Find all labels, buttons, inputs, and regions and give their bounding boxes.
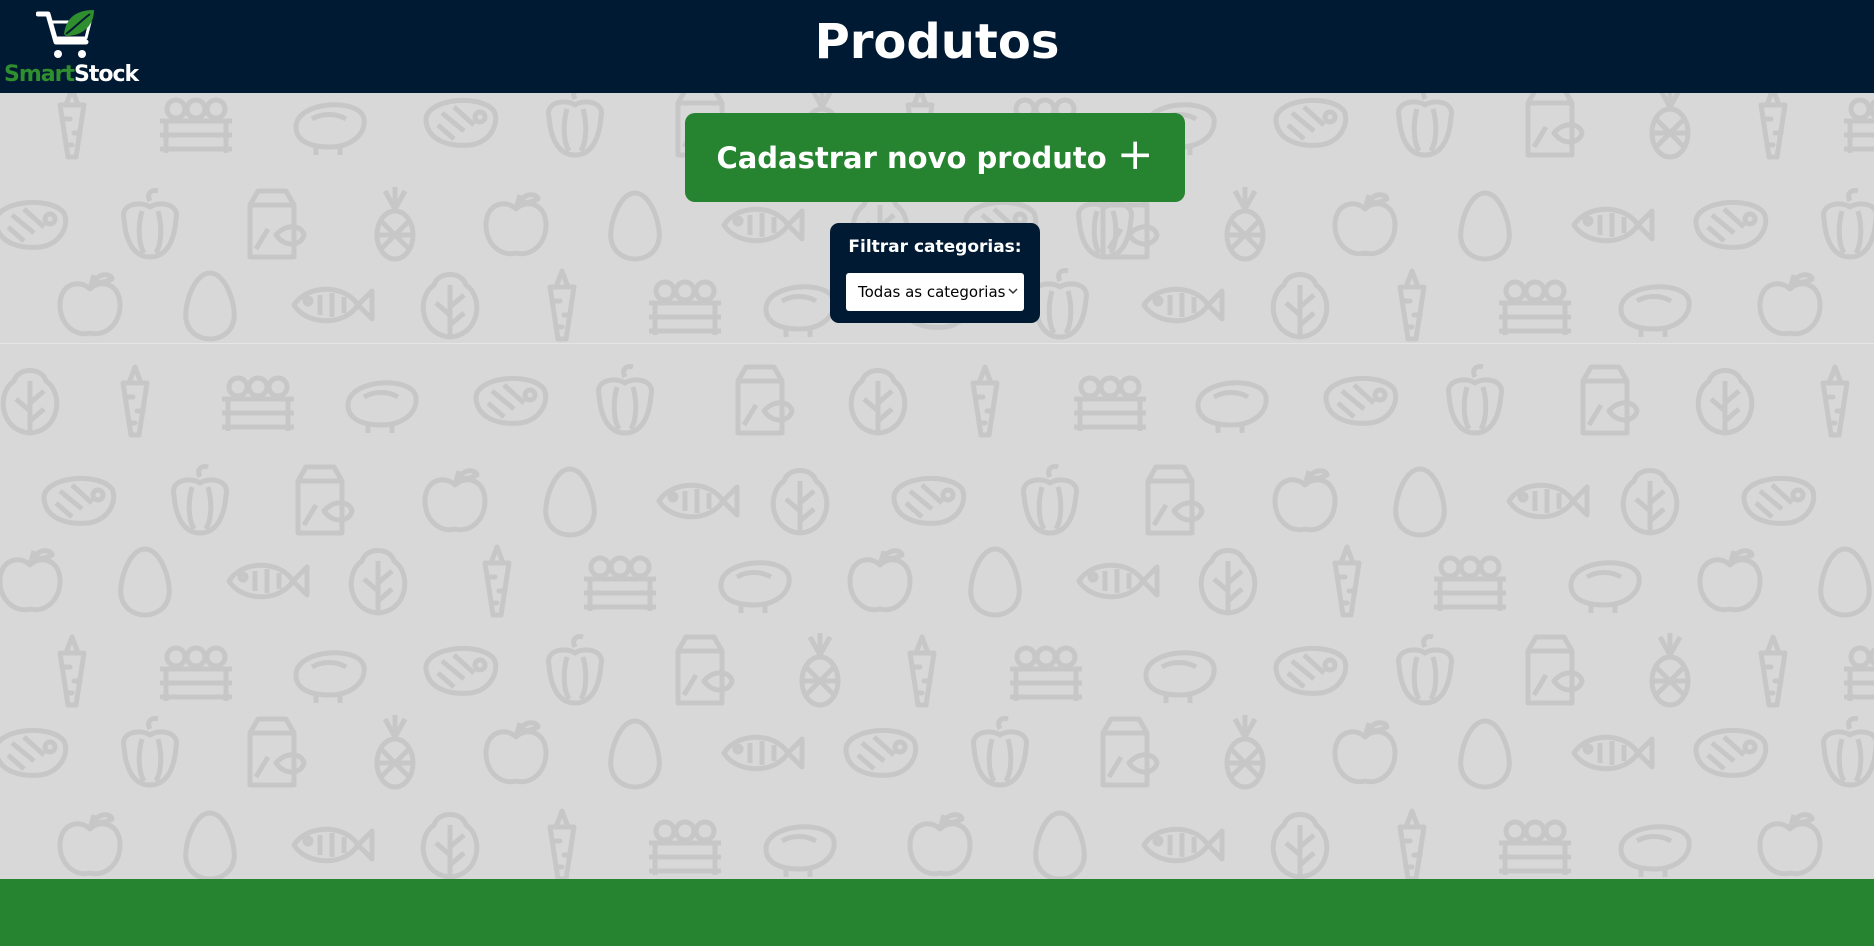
filter-label: Filtrar categorias: — [848, 237, 1022, 257]
category-filter-panel: Filtrar categorias: Todas as categorias — [830, 223, 1040, 323]
category-select[interactable]: Todas as categorias — [846, 273, 1024, 311]
food-pattern-background — [0, 93, 1874, 879]
category-select-value: Todas as categorias — [858, 283, 1006, 301]
new-product-button[interactable]: Cadastrar novo produto + — [685, 113, 1185, 202]
plus-icon: + — [1116, 128, 1154, 180]
chevron-down-icon — [1008, 288, 1018, 295]
app-footer — [0, 879, 1874, 946]
new-product-button-label: Cadastrar novo produto — [716, 140, 1107, 175]
main-content: Cadastrar novo produto + Filtrar categor… — [0, 93, 1874, 879]
page-title: Produtos — [814, 14, 1060, 70]
content-divider — [0, 343, 1874, 344]
app-header: SmartStock Produtos — [0, 0, 1874, 93]
